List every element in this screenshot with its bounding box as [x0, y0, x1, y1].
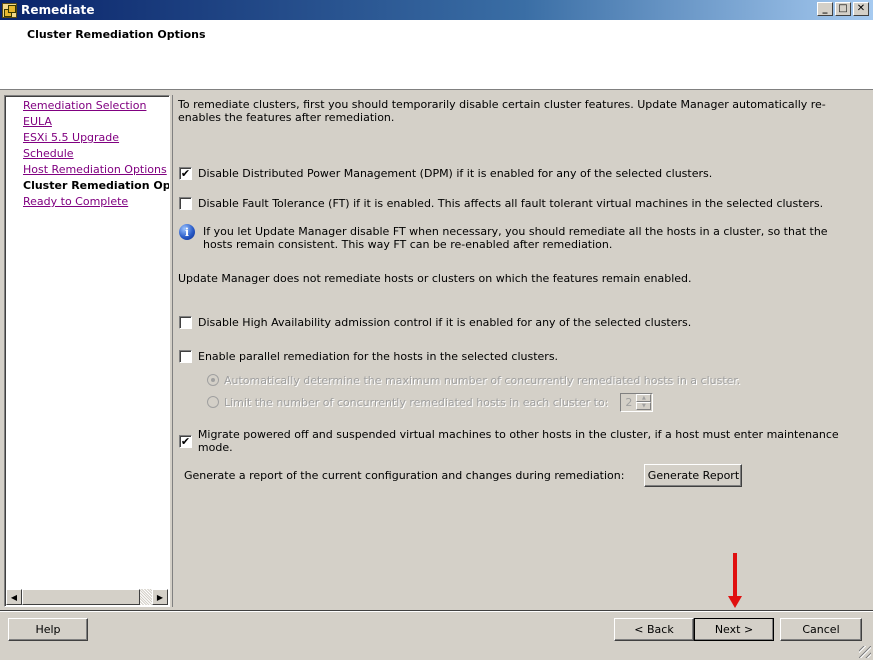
host-limit-value[interactable]: 2 [621, 396, 636, 409]
intro-text: To remediate clusters, first you should … [178, 98, 826, 124]
horizontal-scrollbar[interactable]: ◀ ▶ [6, 589, 168, 605]
info-icon: i [179, 224, 195, 240]
resize-grip-icon[interactable] [859, 646, 871, 658]
maximize-button[interactable]: □ [835, 2, 851, 16]
dpm-checkbox[interactable]: ✔ [179, 166, 192, 180]
step-remediation-selection[interactable]: Remediation Selection [23, 98, 169, 114]
step-esxi-upgrade[interactable]: ESXi 5.5 Upgrade [23, 130, 169, 146]
auto-mode-label: Automatically determine the maximum numb… [224, 373, 741, 387]
minimize-button[interactable]: _ [817, 2, 833, 16]
ft-option[interactable]: Disable Fault Tolerance (FT) if it is en… [179, 195, 823, 211]
options-panel: To remediate clusters, first you should … [172, 95, 870, 607]
vsphere-app-icon [2, 2, 17, 18]
wizard-step-nav: Remediation Selection EULA ESXi 5.5 Upgr… [4, 95, 170, 607]
stepper-buttons: ▲ ▼ [636, 394, 652, 410]
auto-mode-option[interactable]: Automatically determine the maximum numb… [207, 372, 740, 388]
ha-option[interactable]: Disable High Availability admission cont… [179, 314, 691, 330]
step-eula[interactable]: EULA [23, 114, 169, 130]
next-button[interactable]: Next > [694, 618, 774, 641]
dpm-option[interactable]: ✔ Disable Distributed Power Management (… [179, 165, 712, 181]
parallel-checkbox[interactable] [179, 349, 192, 363]
title-bar: Remediate _ □ ✕ [0, 0, 873, 20]
ft-info-text: If you let Update Manager disable FT whe… [203, 225, 828, 251]
auto-mode-radio[interactable] [207, 374, 219, 386]
scroll-left-icon[interactable]: ◀ [6, 589, 22, 605]
remediation-note: Update Manager does not remediate hosts … [178, 272, 692, 285]
limit-mode-option[interactable]: Limit the number of concurrently remedia… [207, 392, 654, 412]
ft-checkbox[interactable] [179, 196, 192, 210]
migrate-checkbox[interactable]: ✔ [179, 434, 192, 448]
stepper-up-icon[interactable]: ▲ [636, 394, 652, 402]
migrate-option[interactable]: ✔ Migrate powered off and suspended virt… [179, 428, 870, 454]
wizard-header: Cluster Remediation Options [0, 20, 873, 90]
report-label: Generate a report of the current configu… [184, 469, 625, 482]
limit-mode-label: Limit the number of concurrently remedia… [224, 395, 609, 409]
limit-mode-radio[interactable] [207, 396, 219, 408]
stepper-down-icon[interactable]: ▼ [636, 402, 652, 410]
ha-checkbox[interactable] [179, 315, 192, 329]
back-button[interactable]: < Back [614, 618, 694, 641]
scroll-thumb[interactable] [22, 589, 140, 605]
step-list: Remediation Selection EULA ESXi 5.5 Upgr… [23, 98, 170, 210]
help-button[interactable]: Help [8, 618, 88, 641]
scroll-track[interactable] [140, 589, 152, 605]
dpm-label: Disable Distributed Power Management (DP… [198, 166, 713, 180]
scroll-right-icon[interactable]: ▶ [152, 589, 168, 605]
window-title: Remediate [21, 3, 95, 17]
migrate-label: Migrate powered off and suspended virtua… [197, 428, 839, 454]
close-button[interactable]: ✕ [853, 2, 869, 16]
step-host-remediation-options[interactable]: Host Remediation Options [23, 162, 169, 178]
step-schedule[interactable]: Schedule [23, 146, 169, 162]
parallel-option[interactable]: Enable parallel remediation for the host… [179, 348, 558, 364]
page-title: Cluster Remediation Options [27, 28, 206, 41]
window-controls: _ □ ✕ [817, 2, 869, 16]
ft-label: Disable Fault Tolerance (FT) if it is en… [198, 196, 824, 210]
red-arrow-annotation-icon [728, 553, 742, 608]
generate-report-button[interactable]: Generate Report [644, 464, 743, 487]
parallel-label: Enable parallel remediation for the host… [198, 349, 559, 363]
report-row: Generate a report of the current configu… [184, 464, 743, 487]
step-ready-to-complete[interactable]: Ready to Complete [23, 194, 169, 210]
step-cluster-remediation-options: Cluster Remediation Options [23, 179, 170, 192]
host-limit-stepper[interactable]: 2 ▲ ▼ [620, 392, 654, 412]
ha-label: Disable High Availability admission cont… [198, 315, 692, 329]
footer-separator [0, 610, 873, 612]
cancel-button[interactable]: Cancel [780, 618, 862, 641]
